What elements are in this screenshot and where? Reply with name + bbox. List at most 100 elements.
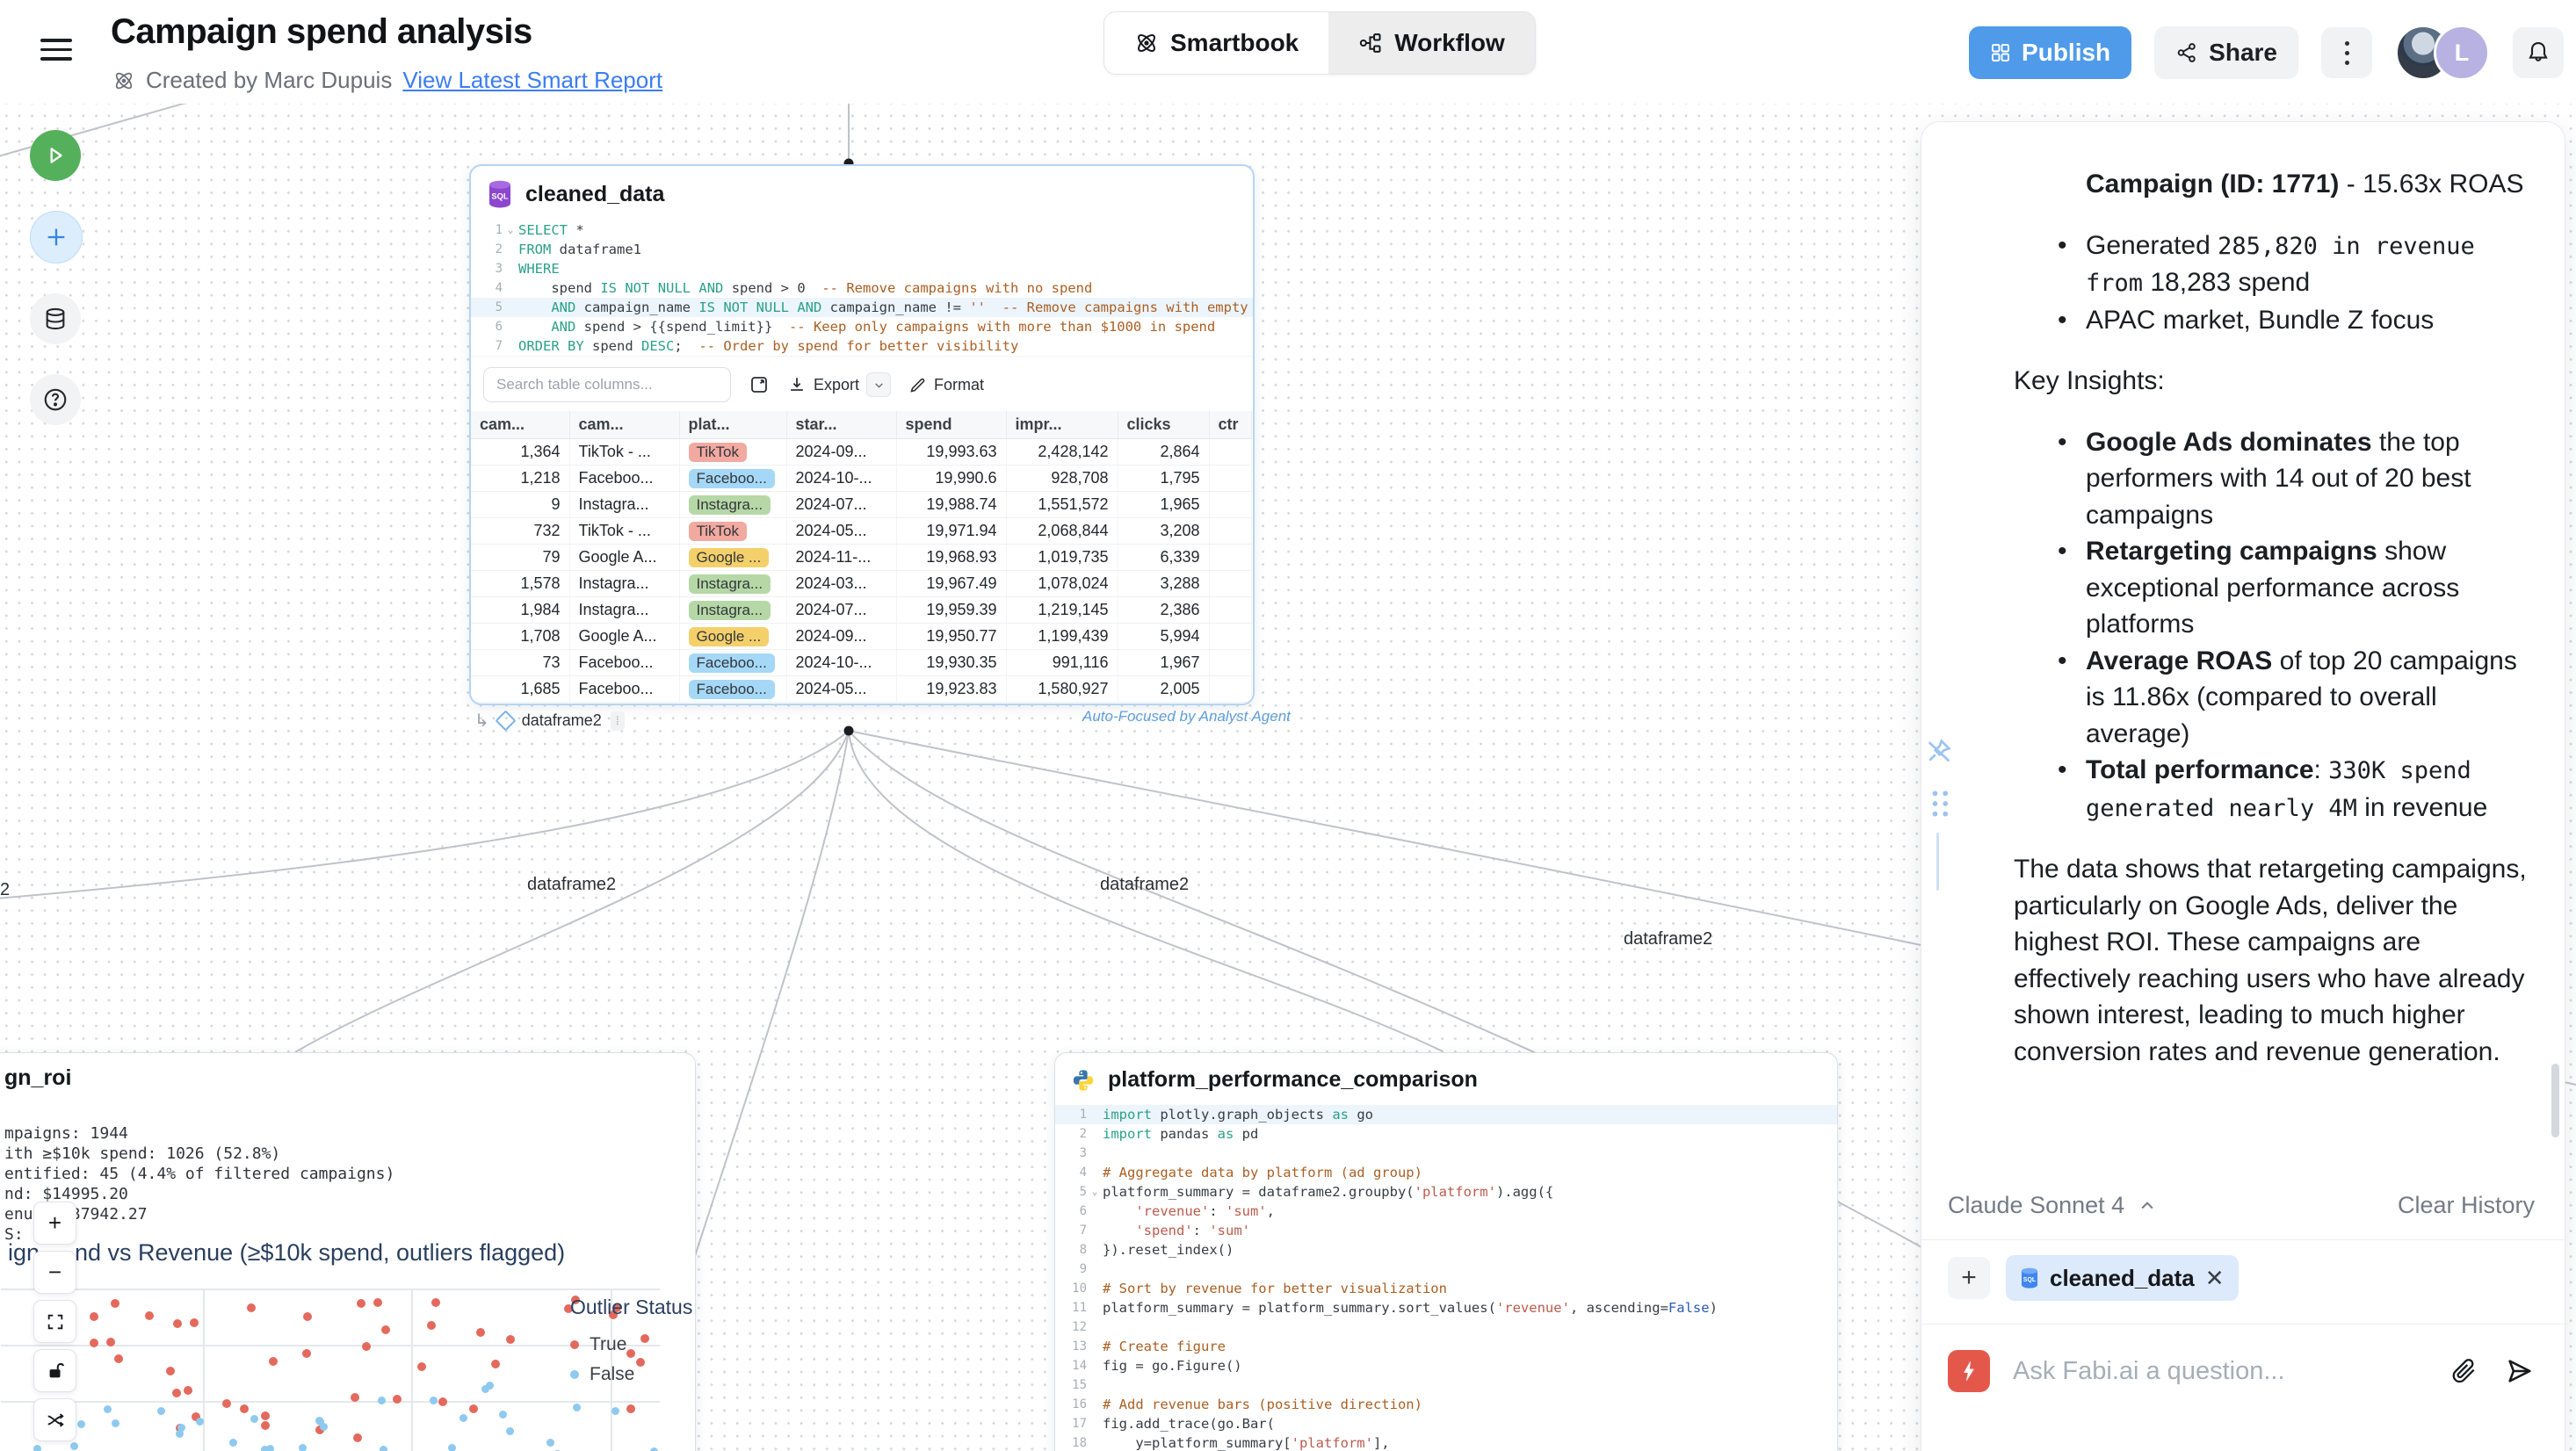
- chat-scrollbar[interactable]: [2551, 1064, 2559, 1137]
- code-line[interactable]: 6 AND spend > {{spend_limit}} -- Keep on…: [471, 317, 1253, 336]
- code-line[interactable]: 2import pandas as pd: [1055, 1124, 1837, 1144]
- table-row[interactable]: 1,685Faceboo...Faceboo...2024-05...19,92…: [471, 676, 1251, 703]
- python-code-editor[interactable]: 1import plotly.graph_objects as go2impor…: [1055, 1098, 1837, 1451]
- code-line[interactable]: 13# Create figure: [1055, 1337, 1837, 1356]
- node-campaign-roi[interactable]: gn_roi mpaigns: 1944 ith ≥$10k spend: 10…: [0, 1052, 696, 1451]
- node-header: platform_performance_comparison: [1055, 1053, 1837, 1098]
- column-header[interactable]: impr...: [1006, 411, 1118, 439]
- fit-view-button[interactable]: [33, 1300, 76, 1343]
- lock-button[interactable]: [33, 1349, 76, 1392]
- code-line[interactable]: 16# Add revenue bars (positive direction…: [1055, 1395, 1837, 1414]
- code-line[interactable]: 14fig = go.Figure(): [1055, 1356, 1837, 1375]
- search-input[interactable]: Search table columns...: [483, 367, 731, 402]
- column-header[interactable]: cam...: [569, 411, 679, 439]
- top-bar: Campaign spend analysis Created by Marc …: [0, 0, 2576, 104]
- code-line[interactable]: 8}).reset_index(): [1055, 1240, 1837, 1260]
- more-menu-button[interactable]: [2321, 27, 2372, 78]
- code-line[interactable]: 1import plotly.graph_objects as go: [1055, 1105, 1837, 1124]
- code-line[interactable]: 2FROM dataframe1: [471, 240, 1253, 259]
- chat-transcript[interactable]: Campaign (ID: 1771) - 15.63x ROAS•Genera…: [1921, 145, 2551, 1202]
- dataframe-diamond-icon: [495, 710, 516, 731]
- data-sources-button[interactable]: [30, 293, 81, 344]
- send-icon: [2505, 1356, 2535, 1386]
- column-header[interactable]: plat...: [679, 411, 786, 439]
- drag-handle-icon[interactable]: ⁞: [611, 711, 625, 731]
- share-button[interactable]: Share: [2154, 26, 2298, 79]
- export-button[interactable]: Export: [787, 372, 891, 397]
- table-toolbar: Search table columns... Export Fo: [471, 356, 1253, 411]
- zoom-in-button[interactable]: +: [33, 1202, 76, 1245]
- table-row[interactable]: 9Instagra...Instagra...2024-07...19,988.…: [471, 492, 1251, 518]
- node-platform-performance[interactable]: platform_performance_comparison 1import …: [1054, 1052, 1838, 1451]
- attach-file-button[interactable]: [2450, 1357, 2478, 1385]
- legend-item[interactable]: True: [570, 1330, 692, 1360]
- run-workflow-button[interactable]: [30, 130, 81, 181]
- table-row[interactable]: 1,578Instagra...Instagra...2024-03...19,…: [471, 571, 1251, 597]
- tab-smartbook[interactable]: Smartbook: [1104, 12, 1328, 74]
- output-dataframe-label[interactable]: dataframe2: [522, 711, 602, 730]
- table-row[interactable]: 73Faceboo...Faceboo...2024-10-...19,930.…: [471, 650, 1251, 676]
- result-table[interactable]: cam...cam...plat...star...spendimpr...cl…: [471, 411, 1252, 703]
- column-header[interactable]: clicks: [1118, 411, 1209, 439]
- column-header[interactable]: star...: [786, 411, 896, 439]
- code-line[interactable]: 5 AND campaign_name IS NOT NULL AND camp…: [471, 298, 1253, 317]
- table-row[interactable]: 1,984Instagra...Instagra...2024-07...19,…: [471, 597, 1251, 624]
- smart-report-link[interactable]: View Latest Smart Report: [402, 67, 662, 94]
- context-chip-cleaned-data[interactable]: SQL cleaned_data ✕: [2006, 1255, 2239, 1301]
- publish-button[interactable]: Publish: [1969, 26, 2131, 79]
- table-row[interactable]: 1,364TikTok - ...TikTok2024-09...19,993.…: [471, 439, 1251, 466]
- notifications-button[interactable]: [2513, 27, 2564, 78]
- code-line[interactable]: 7 'spend': 'sum': [1055, 1221, 1837, 1240]
- zoom-out-button[interactable]: −: [33, 1251, 76, 1294]
- chart-legend: Outlier Status True False: [570, 1296, 692, 1390]
- chat-input[interactable]: Ask Fabi.ai a question...: [2013, 1357, 2428, 1386]
- panel-drag-handle[interactable]: [1929, 789, 1952, 819]
- shuffle-button[interactable]: [33, 1398, 76, 1441]
- code-line[interactable]: 3: [1055, 1144, 1837, 1163]
- table-row[interactable]: 79Google A...Google ...2024-11-...19,968…: [471, 545, 1251, 571]
- format-button[interactable]: Format: [908, 376, 984, 394]
- menu-icon[interactable]: [40, 39, 72, 61]
- model-selector[interactable]: Claude Sonnet 4: [1948, 1192, 2156, 1219]
- chat-input-row: Ask Fabi.ai a question...: [1948, 1350, 2535, 1392]
- node-cleaned-data[interactable]: SQL cleaned_data 1⌄SELECT *2FROM datafra…: [469, 164, 1255, 705]
- code-line[interactable]: 4 spend IS NOT NULL AND spend > 0 -- Rem…: [471, 278, 1253, 298]
- column-header[interactable]: cam...: [471, 411, 569, 439]
- expand-table-icon[interactable]: [749, 374, 770, 395]
- code-line[interactable]: 11platform_summary = platform_summary.so…: [1055, 1298, 1837, 1317]
- table-row[interactable]: 1,708Google A...Google ...2024-09...19,9…: [471, 624, 1251, 650]
- column-header[interactable]: spend: [896, 411, 1006, 439]
- code-line[interactable]: 10# Sort by revenue for better visualiza…: [1055, 1279, 1837, 1298]
- code-line[interactable]: 1⌄SELECT *: [471, 220, 1253, 240]
- remove-chip-icon[interactable]: ✕: [2205, 1265, 2225, 1292]
- clear-history-button[interactable]: Clear History: [2398, 1192, 2535, 1219]
- export-options-chevron[interactable]: [866, 372, 891, 397]
- code-line[interactable]: 17fig.add_trace(go.Bar(: [1055, 1414, 1837, 1433]
- help-button[interactable]: [30, 374, 81, 425]
- code-line[interactable]: 9: [1055, 1260, 1837, 1279]
- code-line[interactable]: 18 y=platform_summary['platform'],: [1055, 1433, 1837, 1451]
- column-header[interactable]: ctr: [1209, 411, 1251, 439]
- legend-dot-false: [570, 1370, 579, 1379]
- code-line[interactable]: 15: [1055, 1375, 1837, 1395]
- code-line[interactable]: 5⌄platform_summary = dataframe2.groupby(…: [1055, 1182, 1837, 1202]
- avatar[interactable]: L: [2434, 25, 2490, 81]
- tab-workflow[interactable]: Workflow: [1328, 12, 1534, 74]
- table-row[interactable]: 1,218Faceboo...Faceboo...2024-10-...19,9…: [471, 466, 1251, 492]
- code-line[interactable]: 3WHERE: [471, 259, 1253, 278]
- add-context-button[interactable]: +: [1948, 1257, 1990, 1299]
- table-row[interactable]: 732TikTok - ...TikTok2024-05...19,971.94…: [471, 518, 1251, 545]
- code-line[interactable]: 12: [1055, 1317, 1837, 1337]
- add-node-button[interactable]: [30, 211, 83, 263]
- created-by-text: Created by Marc Dupuis: [146, 67, 392, 94]
- panel-resize-indicator[interactable]: [1936, 833, 1939, 891]
- code-line[interactable]: 4# Aggregate data by platform (ad group): [1055, 1163, 1837, 1182]
- legend-item[interactable]: False: [570, 1360, 692, 1390]
- send-button[interactable]: [2505, 1356, 2535, 1386]
- code-line[interactable]: 6 'revenue': 'sum',: [1055, 1202, 1837, 1221]
- unpin-panel-icon[interactable]: [1924, 736, 1954, 766]
- sql-code-editor[interactable]: 1⌄SELECT *2FROM dataframe13WHERE4 spend …: [471, 213, 1253, 356]
- shuffle-icon: [46, 1411, 65, 1430]
- created-by-row: Created by Marc Dupuis View Latest Smart…: [112, 67, 662, 94]
- code-line[interactable]: 7ORDER BY spend DESC; -- Order by spend …: [471, 336, 1253, 356]
